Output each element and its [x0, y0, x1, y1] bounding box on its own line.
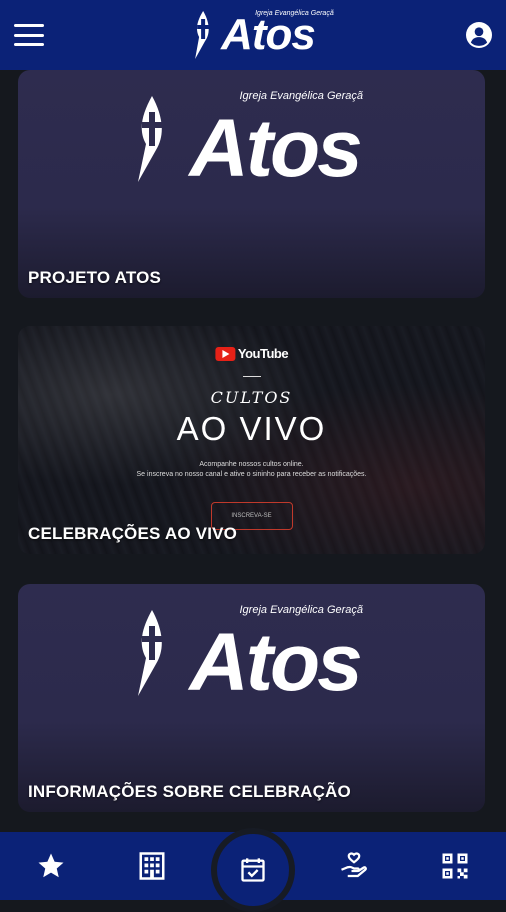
cross-flame-icon [137, 96, 162, 182]
divider [242, 376, 261, 377]
atos-logo: Igreja Evangélica Geraçã Atos [132, 604, 372, 714]
logo-tagline: Igreja Evangélica Geraçã [239, 604, 364, 616]
content-feed[interactable]: Igreja Evangélica Geraçã Atos PROJETO AT… [0, 70, 506, 832]
card-projeto-atos[interactable]: Igreja Evangélica Geraçã Atos PROJETO AT… [18, 70, 485, 298]
atos-logo: Igreja Evangélica Geraçã Atos [132, 90, 372, 200]
nav-donate[interactable] [324, 832, 384, 900]
card-title: CELEBRAÇÕES AO VIVO [28, 524, 238, 543]
video-heading-large: AO VIVO [176, 410, 327, 447]
nav-church[interactable] [122, 832, 182, 900]
calendar-check-icon [241, 858, 265, 882]
nav-favorites[interactable] [21, 832, 81, 900]
card-title: INFORMAÇÕES SOBRE CELEBRAÇÃO [28, 782, 351, 801]
cross-flame-icon [137, 610, 162, 696]
card-informacoes-celebracao[interactable]: Igreja Evangélica Geraçã Atos INFORMAÇÕE… [18, 584, 485, 812]
cross-flame-icon [195, 11, 210, 59]
youtube-label: YouTube [237, 346, 289, 361]
nav-calendar[interactable] [211, 828, 295, 912]
card-title: PROJETO ATOS [28, 268, 162, 287]
building-icon [139, 852, 165, 880]
video-subtitle-2: Se inscreva no nosso canal e ative o sin… [136, 471, 367, 478]
account-circle-icon[interactable] [466, 22, 492, 48]
card-celebracoes-ao-vivo[interactable]: YouTube CULTOS AO VIVO Acompanhe nossos … [18, 326, 485, 554]
hamburger-menu-icon[interactable] [14, 24, 44, 46]
video-subtitle-1: Acompanhe nossos cultos online. [199, 461, 304, 468]
bottom-navigation [0, 828, 506, 912]
logo-name: Atos [189, 617, 363, 708]
brand-tagline: Igreja Evangélica Geraçã [255, 10, 334, 17]
top-app-bar: Igreja Evangélica Geraçã Atos [0, 0, 506, 70]
donate-hand-icon [341, 852, 368, 878]
nav-qr-code[interactable] [425, 832, 485, 900]
brand-logo: Igreja Evangélica Geraçã Atos [191, 8, 334, 62]
youtube-icon [214, 346, 235, 361]
star-icon [38, 853, 64, 878]
video-heading-small: CULTOS [210, 388, 293, 407]
logo-name: Atos [189, 103, 363, 194]
qr-code-icon [442, 853, 468, 879]
youtube-badge: YouTube [214, 346, 289, 361]
logo-tagline: Igreja Evangélica Geraçã [239, 90, 364, 102]
